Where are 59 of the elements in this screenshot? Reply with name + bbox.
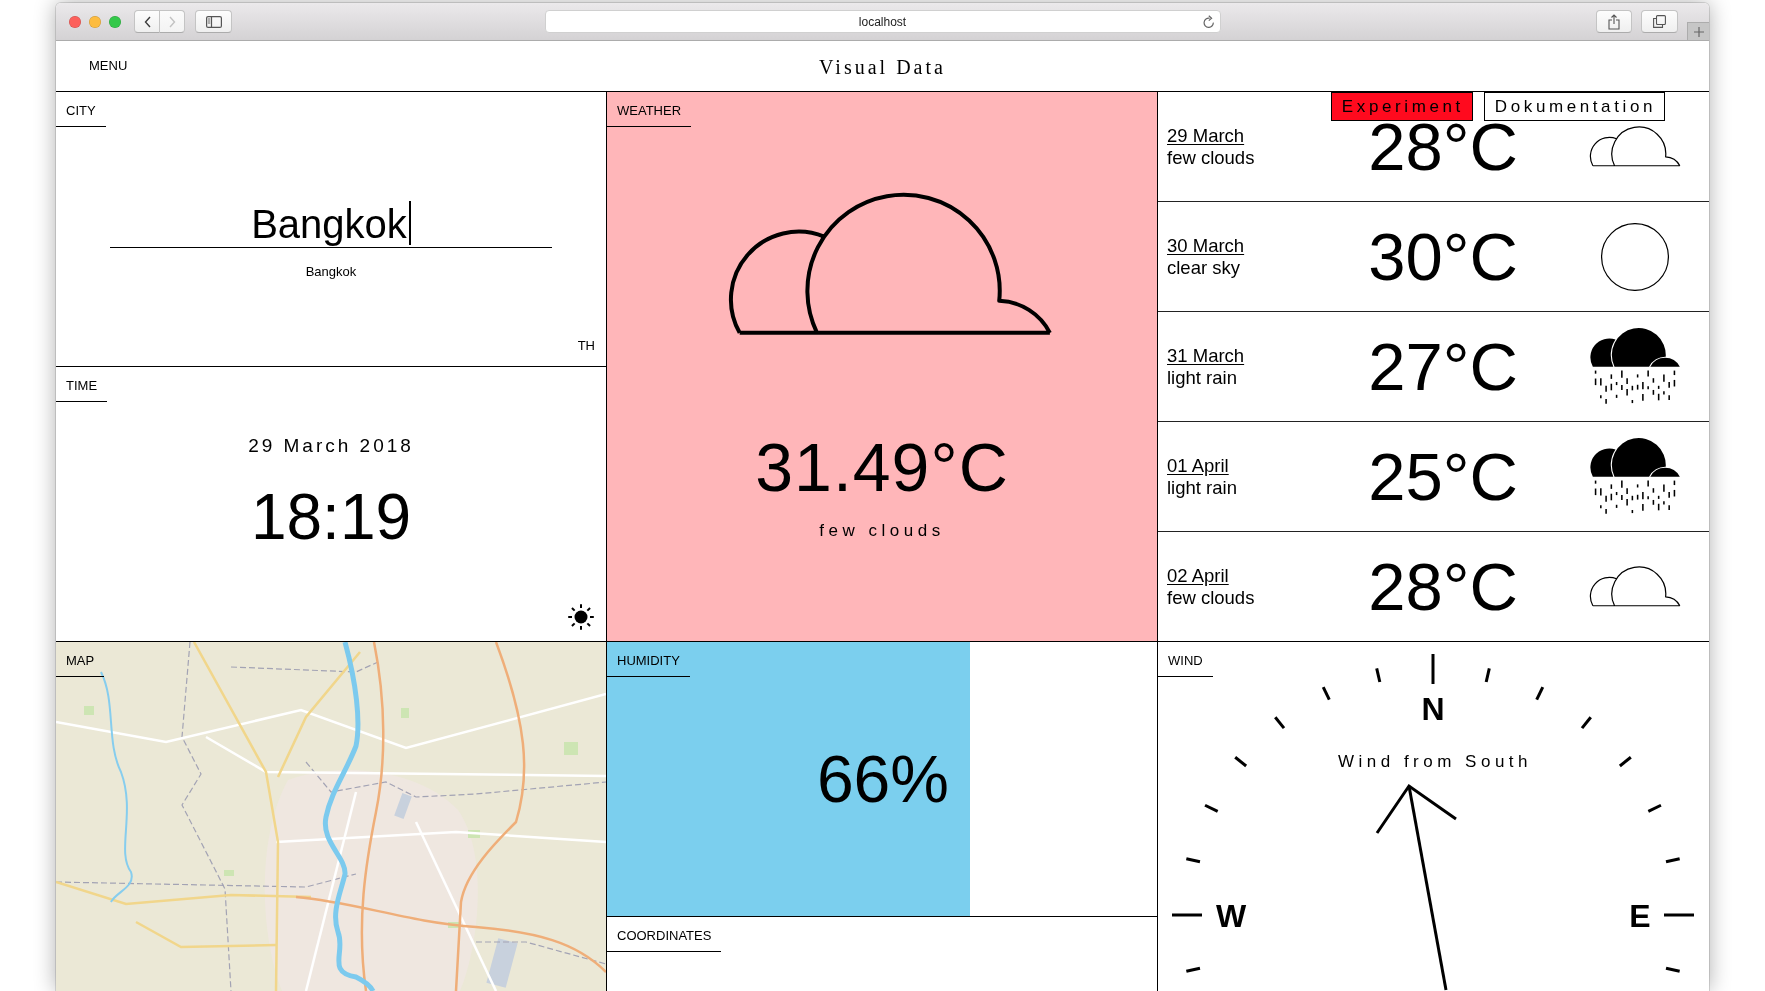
new-tab-button[interactable] <box>1687 22 1709 40</box>
humidity-value: 66% <box>816 746 949 812</box>
nav-tab[interactable]: Dokumentation <box>1483 92 1665 121</box>
back-button[interactable] <box>134 10 160 33</box>
tabs-button[interactable] <box>1641 10 1678 33</box>
share-button[interactable] <box>1596 10 1632 33</box>
forecast-date-link[interactable]: 29 March <box>1167 124 1245 147</box>
forecast-description: few clouds <box>1167 146 1255 169</box>
panel-title: MAP <box>56 642 105 677</box>
reload-icon[interactable] <box>1202 15 1215 28</box>
forecast-date-link[interactable]: 31 March <box>1167 344 1245 367</box>
rain-cloud-icon <box>1589 437 1681 516</box>
city-input-field[interactable]: Bangkok <box>110 201 552 248</box>
wind-direction-text: Wind from South <box>1337 752 1533 771</box>
zoom-button[interactable] <box>109 15 121 28</box>
panel-title: COORDINATES <box>607 917 722 952</box>
minimize-button[interactable] <box>89 15 101 28</box>
clock-time: 18:19 <box>250 485 412 549</box>
weather-description: few clouds <box>819 520 945 541</box>
forecast-date-link[interactable]: 30 March <box>1167 234 1245 257</box>
compass-label: E <box>1629 897 1651 934</box>
forecast-description: clear sky <box>1167 256 1240 279</box>
forecast-temperature: 28°C <box>1368 561 1518 612</box>
address-bar[interactable]: localhost <box>544 10 1221 33</box>
sidebar-icon <box>205 15 222 28</box>
forecast-temperature: 28°C <box>1368 121 1518 172</box>
forecast-temperature: 27°C <box>1368 341 1518 392</box>
site-title: Visual Data <box>819 55 946 79</box>
panel-title: HUMIDITY <box>607 642 690 677</box>
compass-label: W <box>1215 897 1247 934</box>
forecast-temperature: 30°C <box>1368 231 1518 282</box>
cloud-icon <box>1589 126 1681 167</box>
cloud-icon <box>1589 566 1681 607</box>
close-button[interactable] <box>69 15 81 28</box>
rain-cloud-icon <box>1589 327 1681 406</box>
temperature-reading: 31.49°C <box>755 431 1009 502</box>
text-cursor-icon <box>408 201 411 245</box>
cloud-icon <box>726 191 1054 337</box>
sidebar-button[interactable] <box>195 10 232 33</box>
panel-title: WEATHER <box>607 92 692 127</box>
date-text: 29 March 2018 <box>248 435 414 457</box>
forecast-description: light rain <box>1167 366 1237 389</box>
nav-tab[interactable]: Experiment <box>1330 92 1473 121</box>
panel-title: WIND <box>1158 642 1213 677</box>
panel-title: CITY <box>56 92 106 127</box>
tabs-icon <box>1653 15 1666 28</box>
country-code: TH <box>577 338 595 354</box>
circle-icon <box>1601 222 1669 291</box>
compass-label: N <box>1421 691 1445 727</box>
panel-title: TIME <box>56 367 108 402</box>
city-name: Bangkok <box>305 264 357 280</box>
forecast-temperature: 25°C <box>1368 451 1518 502</box>
share-icon <box>1608 13 1620 30</box>
forecast-description: light rain <box>1167 476 1237 499</box>
forecast-date-link[interactable]: 02 April <box>1167 564 1229 587</box>
forecast-date-link[interactable]: 01 April <box>1167 454 1229 477</box>
forecast-description: few clouds <box>1167 586 1255 609</box>
plus-icon <box>1693 26 1704 37</box>
menu-button[interactable]: MENU <box>89 58 128 74</box>
